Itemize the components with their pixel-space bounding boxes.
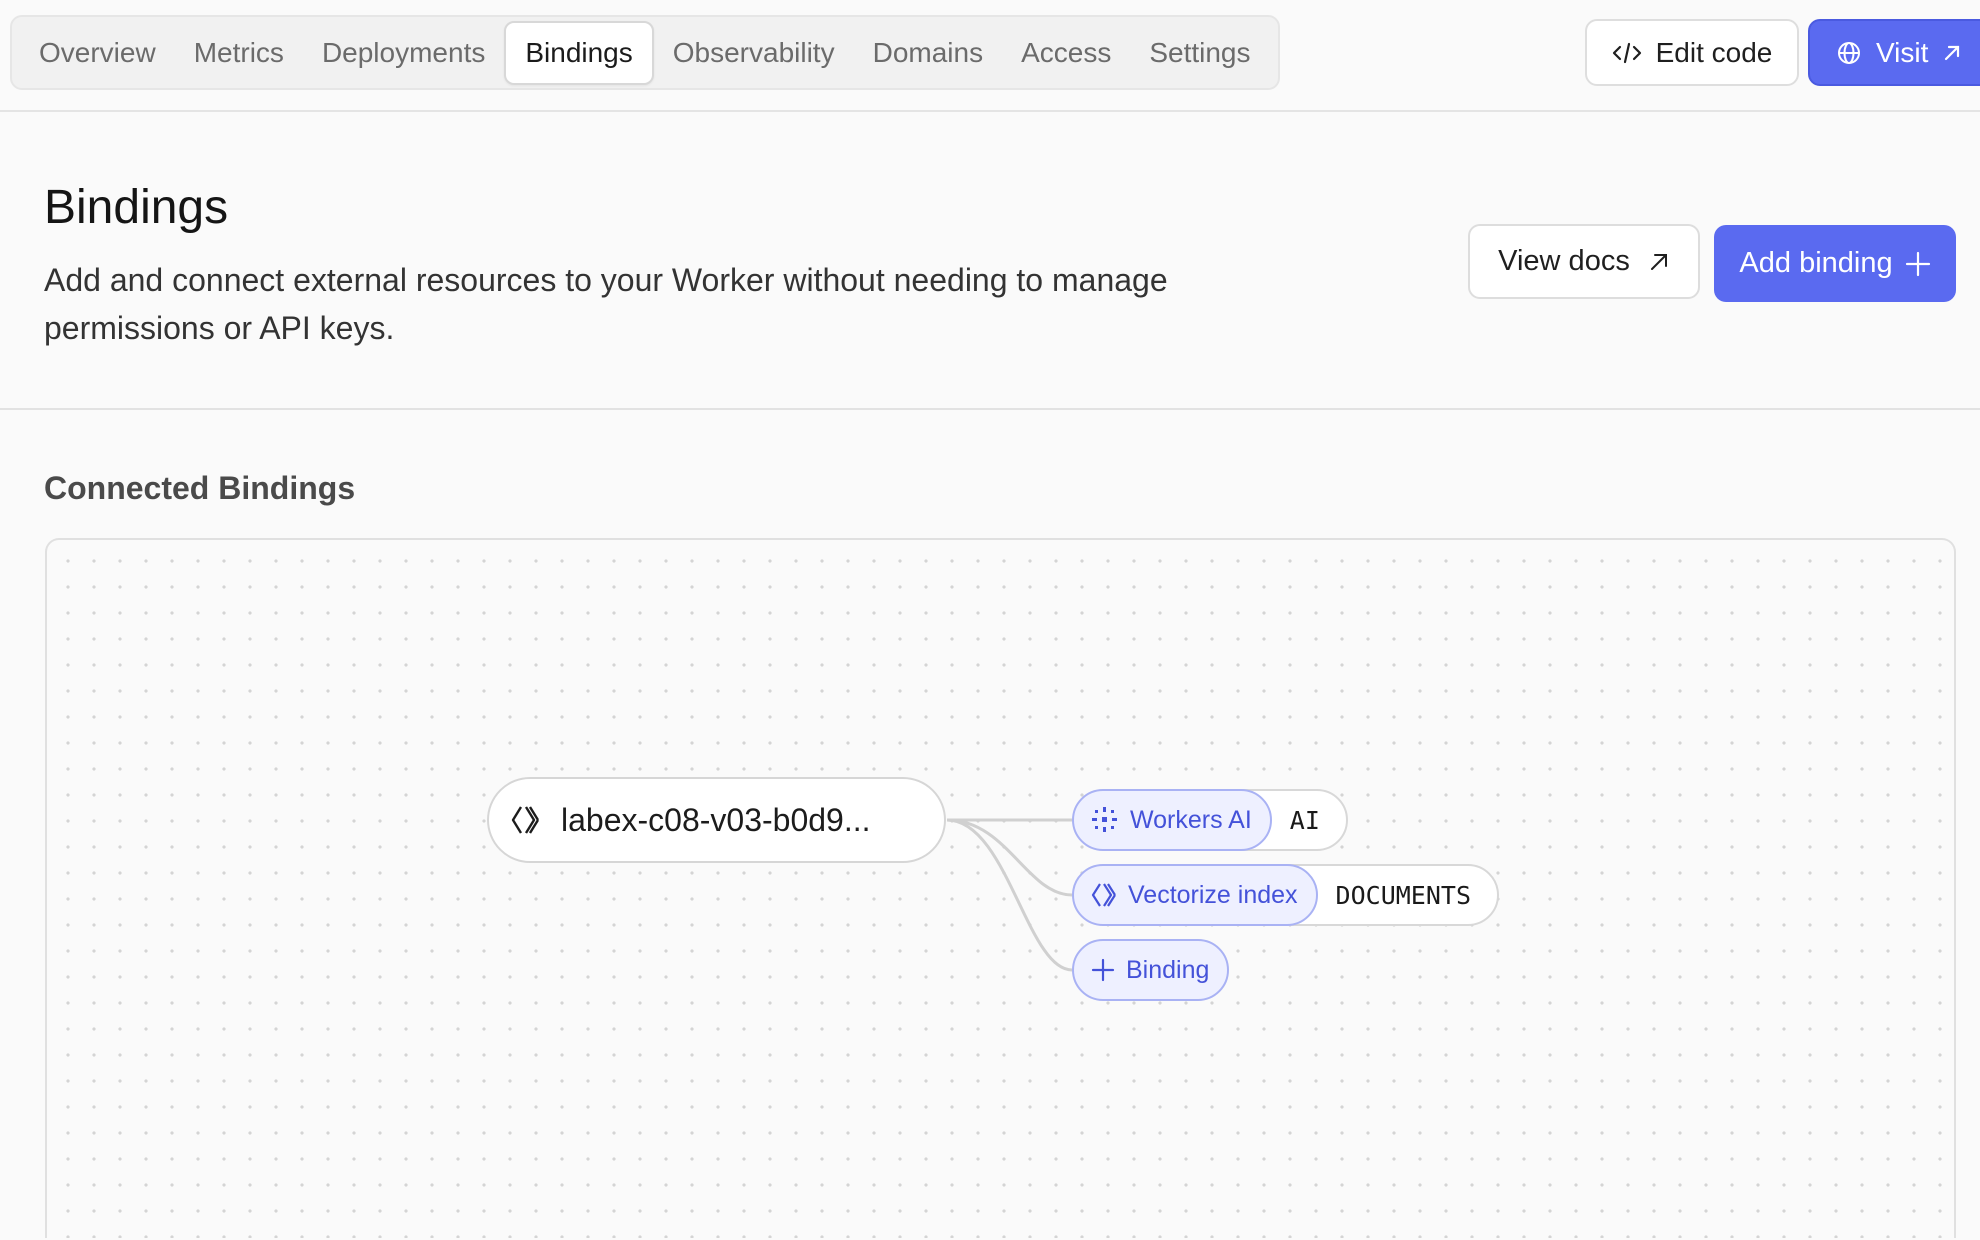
binding-type-label: Workers AI (1130, 805, 1252, 834)
tab-bindings[interactable]: Bindings (504, 20, 654, 85)
binding-vectorize-index[interactable]: Vectorize index DOCUMENTS (1072, 864, 1500, 926)
add-binding-chip-button[interactable]: Binding (1072, 939, 1230, 1001)
add-binding-button[interactable]: Add binding (1714, 225, 1956, 302)
tab-bar: Overview Metrics Deployments Bindings Ob… (10, 15, 1280, 90)
binding-type-chip[interactable]: Vectorize index (1072, 864, 1318, 926)
page-header: Bindings Add and connect external resour… (0, 112, 1980, 410)
visit-label: Visit (1876, 36, 1929, 68)
connected-bindings-title: Connected Bindings (44, 470, 356, 506)
top-navigation-bar: Overview Metrics Deployments Bindings Ob… (0, 0, 1980, 112)
code-icon (1612, 41, 1642, 65)
view-docs-label: View docs (1498, 245, 1630, 277)
binding-variable-name: DOCUMENTS (1285, 864, 1500, 926)
view-docs-button[interactable]: View docs (1468, 224, 1700, 299)
tab-deployments[interactable]: Deployments (303, 21, 504, 85)
bindings-graph-canvas[interactable]: labex-c08-v03-b0d9... Workers AI AI Vect… (45, 538, 1956, 1238)
external-arrow-icon (1942, 43, 1962, 63)
add-binding-chip-label: Binding (1126, 955, 1210, 984)
tab-domains[interactable]: Domains (854, 21, 1002, 85)
edit-code-button[interactable]: Edit code (1585, 19, 1799, 86)
tab-metrics[interactable]: Metrics (175, 21, 303, 85)
plus-icon (1905, 251, 1931, 277)
binding-workers-ai[interactable]: Workers AI AI (1072, 789, 1348, 851)
vectorize-icon (1090, 881, 1118, 909)
edit-code-label: Edit code (1655, 36, 1773, 68)
worker-icon (509, 803, 543, 837)
binding-connectors (946, 818, 1073, 972)
binding-type-label: Vectorize index (1128, 880, 1298, 909)
add-binding-label: Add binding (1739, 247, 1893, 279)
tab-settings[interactable]: Settings (1130, 21, 1269, 85)
binding-type-chip[interactable]: Workers AI (1072, 789, 1272, 851)
workers-ai-sparkle-icon (1090, 805, 1120, 835)
worker-name: labex-c08-v03-b0d9... (561, 801, 871, 838)
plus-icon (1090, 957, 1116, 983)
tab-overview[interactable]: Overview (20, 21, 175, 85)
globe-icon (1836, 40, 1862, 66)
external-arrow-icon (1648, 251, 1670, 273)
page-title: Bindings (44, 181, 229, 234)
page-description: Add and connect external resources to yo… (44, 262, 1168, 346)
tab-observability[interactable]: Observability (654, 21, 854, 85)
visit-button[interactable]: Visit (1808, 19, 1980, 86)
add-binding-chip[interactable]: Binding (1072, 939, 1230, 1001)
worker-node[interactable]: labex-c08-v03-b0d9... (487, 777, 946, 863)
tab-access[interactable]: Access (1002, 21, 1130, 85)
